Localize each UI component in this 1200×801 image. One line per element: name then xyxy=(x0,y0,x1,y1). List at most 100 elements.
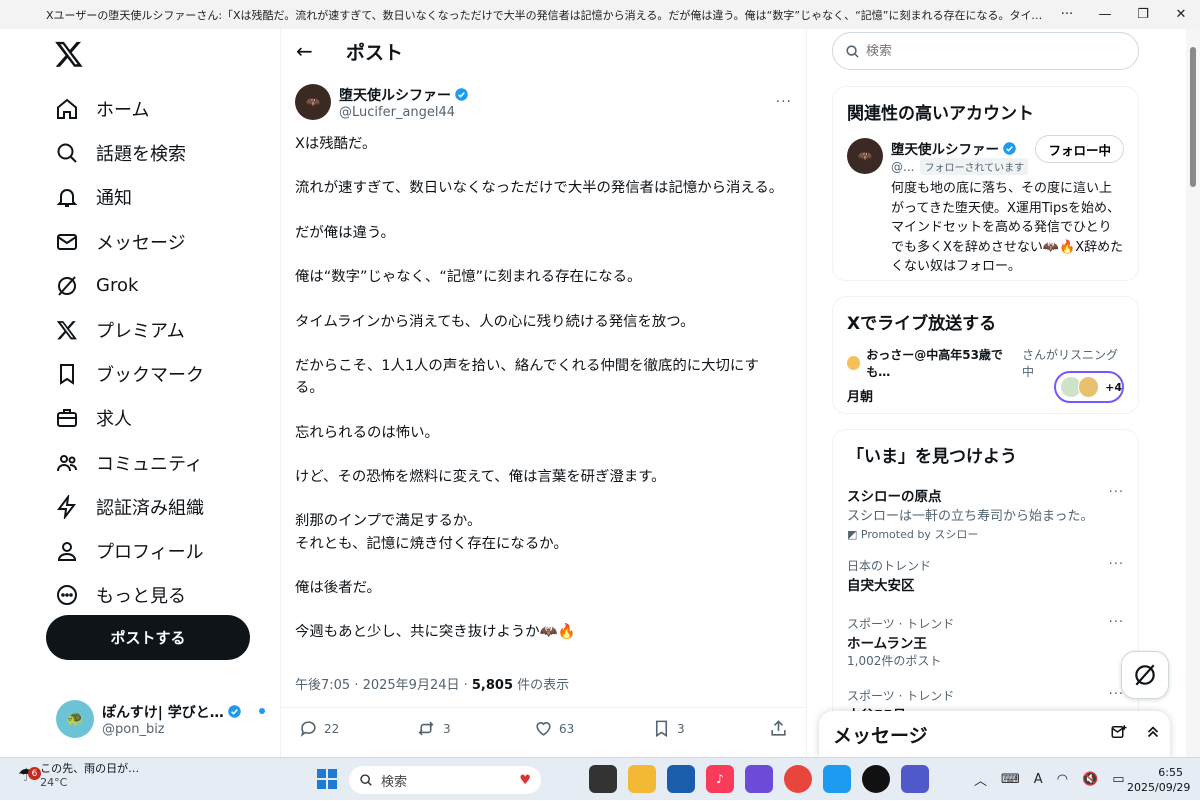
left-sidebar: ホーム 話題を検索 通知 メッセージ Grok プレミアム ブックマーク 求人 xyxy=(0,29,281,757)
wifi-icon[interactable]: ◠ xyxy=(1057,772,1068,787)
author-name[interactable]: 堕天使ルシファー xyxy=(339,88,451,104)
bell-icon xyxy=(55,185,79,209)
more-options-icon[interactable]: ··· xyxy=(1109,485,1124,500)
weather-widget[interactable]: ☂ 6 この先、雨の日が… 24°C xyxy=(18,762,139,790)
nav-label: ブックマーク xyxy=(96,365,204,387)
trend-kicker: 日本のトレンド xyxy=(847,559,932,573)
trend-item[interactable]: スシローの原点 スシローは一軒の立ち寿司から始まった。 ◩ Promoted b… xyxy=(833,485,1138,557)
task-view-icon[interactable] xyxy=(589,765,617,793)
browser-titlebar: Xユーザーの堕天使ルシファーさん:「Xは残酷だ。流れが速すぎて、数日いなくなった… xyxy=(0,0,1200,29)
following-button[interactable]: フォロー中 xyxy=(1035,135,1124,163)
repost-button[interactable]: 3 xyxy=(415,719,451,738)
right-sidebar: 関連性の高いアカウント 🦇 堕天使ルシファー @... フォローされています 何度… xyxy=(808,29,1186,757)
nav-label: 話題を検索 xyxy=(96,144,186,166)
notification-dot xyxy=(259,708,265,714)
weather-info: この先、雨の日が… 24°C xyxy=(40,762,139,790)
post-body: Xは残酷だ。 流れが速すぎて、数日いなくなっただけで大半の発信者は記憶から消える… xyxy=(295,133,785,666)
share-button[interactable] xyxy=(769,719,794,738)
scrollbar[interactable] xyxy=(1186,29,1200,757)
podcast-icon[interactable] xyxy=(862,765,890,793)
verified-badge-icon xyxy=(455,87,468,101)
related-accounts-card: 関連性の高いアカウント 🦇 堕天使ルシファー @... フォローされています 何度… xyxy=(832,86,1139,281)
nav-label: 求人 xyxy=(96,409,132,431)
keyboard-icon[interactable]: ⌨ xyxy=(1001,772,1020,787)
heart-icon xyxy=(536,722,551,736)
chevron-up-icon[interactable]: ︿ xyxy=(974,770,987,789)
nav-item-grok[interactable]: Grok xyxy=(55,264,204,308)
search-input[interactable] xyxy=(866,43,1116,59)
teams-icon[interactable] xyxy=(901,765,929,793)
windows-start-icon[interactable] xyxy=(317,769,337,789)
bookmark-button[interactable]: 3 xyxy=(652,719,685,738)
nav-label: コミュニティ xyxy=(96,453,203,475)
post-button[interactable]: ポストする xyxy=(46,615,250,660)
promoted-icon: ◩ xyxy=(847,528,861,541)
taskbar-search[interactable]: 検索 ♥ xyxy=(349,766,541,794)
related-handle[interactable]: @... xyxy=(891,160,914,174)
nav-item-explore[interactable]: 話題を検索 xyxy=(55,131,204,175)
weather-temp: 24°C xyxy=(40,776,68,789)
x-premium-icon xyxy=(55,318,79,342)
ime-icon[interactable]: A xyxy=(1034,772,1043,787)
file-explorer-icon[interactable] xyxy=(628,765,656,793)
search-icon xyxy=(55,141,79,165)
twitter-app-icon[interactable] xyxy=(823,765,851,793)
window-menu-button[interactable]: ··· xyxy=(1048,7,1086,22)
post-paragraph: Xは残酷だ。 xyxy=(295,136,377,152)
music-icon[interactable]: ♪ xyxy=(706,765,734,793)
trend-count: 1,002件のポスト xyxy=(847,654,942,668)
volume-muted-icon[interactable]: 🔇 xyxy=(1082,772,1098,787)
trend-kicker: スポーツ · トレンド xyxy=(847,617,955,631)
close-button[interactable]: ✕ xyxy=(1162,7,1200,22)
search-box[interactable] xyxy=(832,32,1139,70)
nav-item-jobs[interactable]: 求人 xyxy=(55,396,204,440)
messages-drawer[interactable]: メッセージ xyxy=(819,711,1170,757)
rain-cloud-icon: ☂ 6 xyxy=(18,767,41,785)
back-arrow-icon[interactable]: ← xyxy=(296,39,316,63)
nav-item-communities[interactable]: コミュニティ xyxy=(55,441,204,485)
nav-item-bookmarks[interactable]: ブックマーク xyxy=(55,352,204,396)
scrollbar-thumb[interactable] xyxy=(1190,47,1196,187)
m365-icon[interactable] xyxy=(745,765,773,793)
grok-floating-button[interactable] xyxy=(1121,651,1169,699)
post-actions: 22 3 63 3 xyxy=(281,707,806,749)
bookmark-icon xyxy=(55,362,79,386)
space-speakers[interactable]: +4 xyxy=(1054,371,1124,403)
trend-item[interactable]: 日本のトレンド 自宊大安区 ··· xyxy=(833,557,1138,615)
nav-item-home[interactable]: ホーム xyxy=(55,87,204,131)
new-message-icon[interactable] xyxy=(1102,723,1136,745)
reply-button[interactable]: 22 xyxy=(299,719,339,738)
trend-desc: スシローは一軒の立ち寿司から始まった。 xyxy=(847,509,1094,524)
account-switcher[interactable]: 🐢 ぽんすけ| 学びと… @pon_biz xyxy=(56,700,265,738)
nav-item-more[interactable]: もっと見る xyxy=(55,573,204,617)
chrome-icon[interactable] xyxy=(784,765,812,793)
share-icon xyxy=(771,720,786,736)
more-options-icon[interactable]: ··· xyxy=(1109,557,1124,572)
nav-item-messages[interactable]: メッセージ xyxy=(55,220,204,264)
nav-item-premium[interactable]: プレミアム xyxy=(55,308,204,352)
post-paragraph: タイムラインから消えても、人の心に残り続ける発信を放つ。 xyxy=(295,313,695,330)
clock[interactable]: 6:55 2025/09/29 xyxy=(1127,765,1190,795)
nav-item-profile[interactable]: プロフィール xyxy=(55,529,204,573)
more-options-icon[interactable]: ··· xyxy=(776,94,792,110)
author-handle[interactable]: @Lucifer_angel44 xyxy=(339,105,469,120)
minimize-button[interactable]: — xyxy=(1086,7,1124,22)
store-icon[interactable] xyxy=(667,765,695,793)
related-title: 関連性の高いアカウント xyxy=(847,104,1034,124)
author-avatar[interactable]: 🦇 xyxy=(295,84,331,120)
trend-name: スシローの原点 xyxy=(847,489,942,505)
reply-icon xyxy=(300,721,316,737)
like-button[interactable]: 63 xyxy=(534,719,574,738)
battery-icon[interactable]: ▭ xyxy=(1112,772,1124,787)
trend-item[interactable]: スポーツ · トレンド ホームラン王 1,002件のポスト ··· xyxy=(833,615,1138,687)
x-logo-icon[interactable] xyxy=(54,39,84,69)
restore-button[interactable]: ❐ xyxy=(1124,7,1162,22)
nav-item-verified-orgs[interactable]: 認証済み組織 xyxy=(55,485,204,529)
expand-icon[interactable] xyxy=(1136,723,1170,745)
more-options-icon[interactable]: ··· xyxy=(1109,615,1124,630)
related-avatar[interactable]: 🦇 xyxy=(847,138,883,174)
related-name[interactable]: 堕天使ルシファー xyxy=(891,142,999,158)
live-card: Xでライブ放送する おっさー@中高年53歳でも… さんがリスニング中 月朝 +4 xyxy=(832,296,1139,414)
nav-item-notifications[interactable]: 通知 xyxy=(55,175,204,219)
post-time[interactable]: 午後7:05 · 2025年9月24日 · xyxy=(295,678,472,693)
